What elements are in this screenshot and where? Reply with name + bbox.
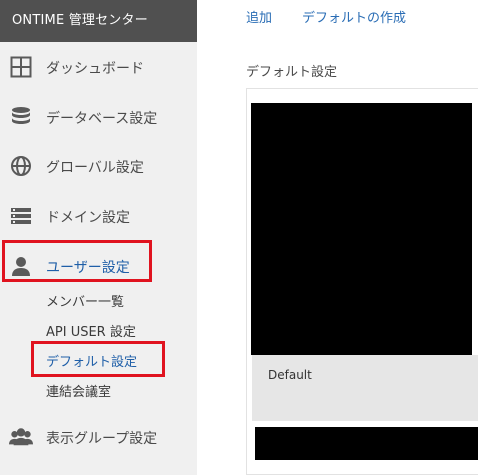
sub-item-api-user[interactable]: API USER 設定 — [46, 321, 136, 340]
section-title: デフォルト設定 — [246, 65, 338, 80]
highlight-box-default — [31, 341, 165, 377]
sidebar-item-label: データベース設定 — [46, 111, 158, 127]
sidebar-item-global[interactable]: グローバル設定 — [0, 151, 197, 181]
highlight-box-users — [2, 240, 152, 282]
sub-item-linked-rooms[interactable]: 連結会議室 — [46, 381, 111, 400]
sidebar-item-display-group[interactable]: 表示グループ設定 — [0, 422, 197, 452]
sidebar-item-label: ダッシュボード — [46, 61, 144, 77]
app-title: ONTIME 管理センター — [0, 0, 197, 42]
toolbar: 追加 デフォルトの作成 — [197, 0, 478, 42]
sidebar-item-label: 表示グループ設定 — [46, 431, 158, 447]
sidebar-item-label: ドメイン設定 — [46, 210, 130, 226]
preview-image — [251, 103, 472, 355]
create-default-link[interactable]: デフォルトの作成 — [302, 7, 406, 26]
sidebar-item-dashboard[interactable]: ダッシュボード — [0, 52, 197, 82]
sidebar: ONTIME 管理センター ダッシュボード データベース設定 グローバル設定 ド… — [0, 0, 197, 475]
sidebar-item-label: グローバル設定 — [46, 160, 144, 176]
add-link[interactable]: 追加 — [246, 7, 272, 26]
dashboard-grid-icon — [9, 55, 33, 79]
database-icon — [9, 105, 33, 129]
sub-item-member-list[interactable]: メンバー一覧 — [46, 291, 124, 310]
domain-list-icon — [9, 204, 33, 228]
card-caption-bar — [252, 355, 478, 421]
sidebar-item-database[interactable]: データベース設定 — [0, 102, 197, 132]
preview-image-2 — [255, 427, 478, 460]
card-caption: Default — [268, 368, 312, 382]
group-users-icon — [9, 425, 33, 449]
globe-icon — [9, 154, 33, 178]
sidebar-item-domain[interactable]: ドメイン設定 — [0, 201, 197, 231]
